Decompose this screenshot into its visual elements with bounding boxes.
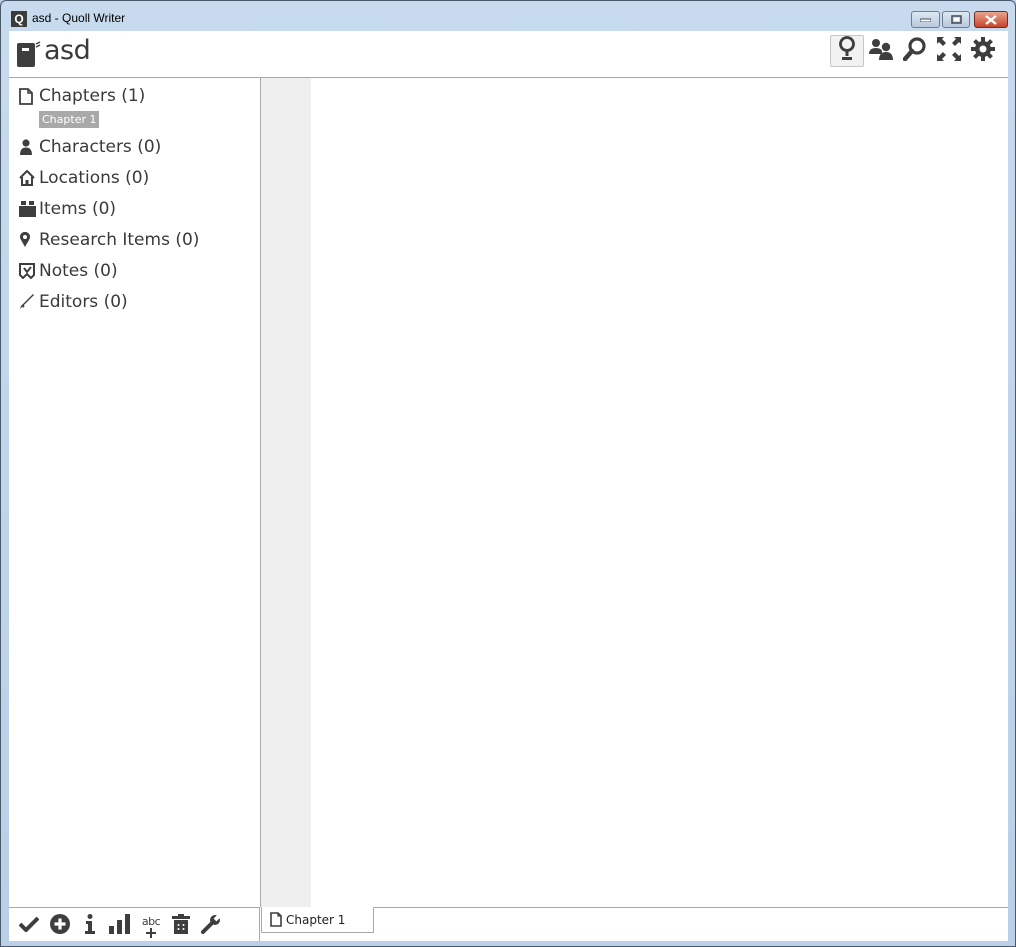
wrench-icon <box>201 912 223 938</box>
tab-bar: Chapter 1 <box>261 907 1008 941</box>
main-client: asd Chapters (1) Chapter 1 Characters (0… <box>9 31 1008 941</box>
book-icon <box>17 41 41 71</box>
minimize-button[interactable] <box>911 11 940 28</box>
check-icon <box>18 916 40 936</box>
app-window: Q asd - Quoll Writer asd Chapters (1) Ch… <box>0 0 1016 947</box>
restore-icon <box>943 12 969 27</box>
sidebar-item-characters[interactable]: Characters (0) <box>19 135 161 159</box>
pin-icon <box>19 230 39 250</box>
add-button[interactable] <box>48 914 72 938</box>
project-title: asd <box>44 35 91 66</box>
sidebar-item-items[interactable]: Items (0) <box>19 197 116 221</box>
trash-icon <box>172 914 190 938</box>
info-icon <box>84 914 96 938</box>
window-title: asd - Quoll Writer <box>32 11 126 25</box>
contacts-button[interactable] <box>864 35 898 67</box>
idea-board-button[interactable] <box>830 35 864 67</box>
sidebar-item-label: Research Items (0) <box>39 230 200 250</box>
abc-text: abc <box>141 914 161 928</box>
bar-chart-icon <box>109 914 131 938</box>
statistics-button[interactable] <box>108 914 132 938</box>
find-button[interactable] <box>898 35 932 67</box>
problem-finder-button[interactable] <box>17 914 41 938</box>
tab-chapter-1[interactable]: Chapter 1 <box>261 907 374 933</box>
spelling-button[interactable]: abc <box>139 914 163 938</box>
plus-circle-icon <box>50 914 70 938</box>
search-icon <box>902 37 927 65</box>
sidebar-item-label: Locations (0) <box>39 168 150 188</box>
document-icon <box>270 912 282 927</box>
document-icon <box>19 86 39 106</box>
pen-icon <box>19 292 39 312</box>
fullscreen-icon <box>937 37 961 65</box>
sidebar-item-locations[interactable]: Locations (0) <box>19 166 149 190</box>
sidebar-item-label: Notes (0) <box>39 261 118 281</box>
minimize-icon <box>912 12 939 27</box>
info-button[interactable] <box>78 914 102 938</box>
close-button[interactable] <box>974 11 1008 28</box>
title-bar[interactable]: Q asd - Quoll Writer <box>1 1 1015 31</box>
editor-area[interactable] <box>261 78 1008 907</box>
editor-gutter <box>261 78 311 907</box>
sidebar-item-label: Characters (0) <box>39 137 162 157</box>
trash-button[interactable] <box>169 914 193 938</box>
sidebar-item-label: Editors (0) <box>39 292 128 312</box>
gear-icon <box>971 37 995 65</box>
chapter-tree-item[interactable]: Chapter 1 <box>39 111 100 128</box>
sidebar-item-label: Chapters (1) <box>39 86 146 106</box>
sidebar-item-label: Items (0) <box>39 199 117 219</box>
close-icon <box>975 12 1007 27</box>
lightbulb-icon <box>838 36 856 66</box>
box-icon <box>19 199 39 219</box>
project-header: asd <box>9 31 1008 78</box>
tools-button[interactable] <box>199 912 223 938</box>
sidebar-item-notes[interactable]: Notes (0) <box>19 259 118 283</box>
tab-label: Chapter 1 <box>286 912 346 927</box>
sidebar-item-chapters[interactable]: Chapters (1) <box>19 84 145 108</box>
sidebar-item-research-items[interactable]: Research Items (0) <box>19 228 199 252</box>
abc-plus-icon: abc <box>141 914 161 938</box>
note-icon <box>19 261 39 281</box>
person-icon <box>19 137 39 157</box>
house-icon <box>19 168 39 188</box>
app-icon: Q <box>11 11 27 27</box>
maximize-button[interactable] <box>942 11 970 28</box>
sidebar-item-editors[interactable]: Editors (0) <box>19 290 128 314</box>
project-sidebar: Chapters (1) Chapter 1 Characters (0) Lo… <box>9 78 261 907</box>
people-icon <box>868 38 894 64</box>
full-screen-button[interactable] <box>932 35 966 67</box>
settings-button[interactable] <box>966 35 1000 67</box>
sidebar-footer-toolbar: abc <box>9 907 260 941</box>
